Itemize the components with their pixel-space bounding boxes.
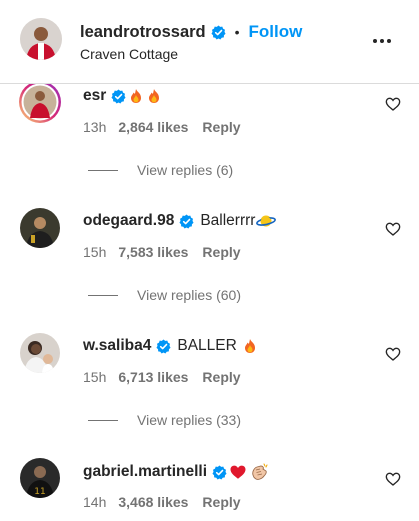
reply-button[interactable]: Reply <box>202 494 240 510</box>
comment-username[interactable]: esr <box>83 87 106 105</box>
commenter-avatar[interactable] <box>18 80 62 124</box>
view-replies-label: View replies (60) <box>137 287 242 303</box>
comment-meta: 15h 7,583 likes Reply <box>83 244 241 260</box>
ringed-planet-emoji-icon <box>256 215 277 227</box>
comment-text-line: w.saliba4 BALLER <box>83 337 258 355</box>
verified-badge-icon <box>212 464 227 480</box>
author-name-row: leandrotrossard • Follow <box>80 20 302 44</box>
reply-button[interactable]: Reply <box>202 244 240 260</box>
comment-time[interactable]: 15h <box>83 369 106 385</box>
verified-badge-icon <box>179 213 194 229</box>
separator-dot: • <box>234 24 240 40</box>
like-heart-icon[interactable] <box>385 471 401 487</box>
fire-emoji-icon <box>244 339 255 353</box>
comment-meta: 14h 3,468 likes Reply <box>83 494 241 510</box>
post-header: leandrotrossard • Follow Craven Cottage <box>0 0 419 84</box>
comment-likes[interactable]: 3,468 likes <box>118 494 188 510</box>
comment-text: BALLER <box>177 337 237 354</box>
commenter-avatar[interactable] <box>20 333 60 373</box>
comment-time[interactable]: 15h <box>83 244 106 260</box>
comment-time[interactable]: 13h <box>83 119 106 135</box>
follow-button[interactable]: Follow <box>249 22 303 42</box>
like-heart-icon[interactable] <box>385 221 401 237</box>
comment-likes[interactable]: 2,864 likes <box>118 119 188 135</box>
comment-likes[interactable]: 7,583 likes <box>118 244 188 260</box>
replies-divider <box>88 169 118 171</box>
reply-button[interactable]: Reply <box>202 369 240 385</box>
comment-likes[interactable]: 6,713 likes <box>118 369 188 385</box>
view-replies-label: View replies (33) <box>137 412 242 428</box>
fire-emoji-icon <box>131 89 142 103</box>
svg-text:11: 11 <box>34 487 45 497</box>
comment-text: Ballerrrr <box>200 212 256 229</box>
author-avatar[interactable] <box>20 18 62 60</box>
view-replies-label: View replies (6) <box>137 162 234 178</box>
verified-badge-icon <box>111 88 126 104</box>
commenter-avatar[interactable] <box>20 208 60 248</box>
comment-text-line: odegaard.98 Ballerrrr <box>83 212 277 230</box>
comment-time[interactable]: 14h <box>83 494 106 510</box>
commenter-avatar[interactable]: 11 <box>20 458 60 498</box>
fire-emoji-icon <box>149 89 160 103</box>
verified-badge-icon <box>156 338 171 354</box>
clapping-hands-emoji-icon <box>252 463 268 480</box>
comment-username[interactable]: w.saliba4 <box>83 337 151 355</box>
comment-text-line: gabriel.martinelli <box>83 462 269 482</box>
comment-username[interactable]: odegaard.98 <box>83 212 174 230</box>
view-replies-button[interactable]: View replies (33) <box>88 412 241 428</box>
comment-meta: 13h 2,864 likes Reply <box>83 119 241 135</box>
replies-divider <box>88 294 118 296</box>
comment-username[interactable]: gabriel.martinelli <box>83 463 207 481</box>
comment-meta: 15h 6,713 likes Reply <box>83 369 241 385</box>
reply-button[interactable]: Reply <box>202 119 240 135</box>
post-location[interactable]: Craven Cottage <box>80 46 178 62</box>
view-replies-button[interactable]: View replies (60) <box>88 287 241 303</box>
more-options-icon[interactable] <box>371 31 393 51</box>
replies-divider <box>88 419 118 421</box>
view-replies-button[interactable]: View replies (6) <box>88 162 233 178</box>
like-heart-icon[interactable] <box>385 346 401 362</box>
comment-text-line: esr <box>83 87 162 105</box>
verified-badge-icon <box>211 24 226 40</box>
like-heart-icon[interactable] <box>385 96 401 112</box>
red-heart-emoji-icon <box>230 465 246 479</box>
author-username[interactable]: leandrotrossard <box>80 23 206 42</box>
